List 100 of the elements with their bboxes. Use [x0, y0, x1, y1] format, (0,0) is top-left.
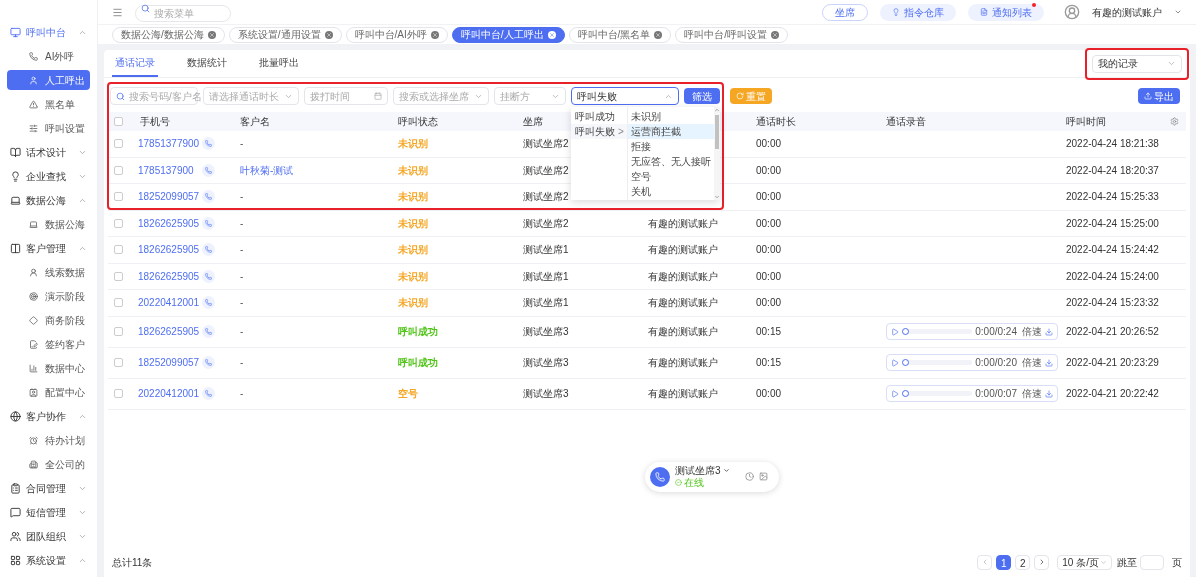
open-page-tab[interactable]: 系统设置/通用设置 [228, 26, 342, 43]
select-all-checkbox[interactable] [114, 117, 123, 126]
scroll-down-icon[interactable] [714, 194, 720, 200]
play-icon[interactable] [891, 327, 899, 336]
cascader-option[interactable]: 呼叫成功 [571, 109, 627, 124]
topbar-button[interactable]: 通知列表 [968, 3, 1044, 21]
export-button[interactable]: 导出 [1138, 88, 1180, 104]
close-icon[interactable] [207, 30, 216, 39]
sidebar-group[interactable]: 客户协作 [0, 404, 97, 428]
call-button[interactable] [202, 216, 215, 230]
audio-player[interactable]: 0:00/0:24 倍速 [886, 323, 1058, 340]
sidebar-item[interactable]: 待办计划 [7, 430, 90, 450]
row-checkbox[interactable] [114, 271, 123, 281]
menu-search-field[interactable]: 搜索菜单 [135, 5, 231, 22]
sidebar-group[interactable]: 企业查找 [0, 164, 97, 188]
close-icon[interactable] [771, 30, 780, 39]
sidebar-group[interactable]: 呼叫中台 [0, 20, 97, 44]
audio-player[interactable]: 0:00/0:20 倍速 [886, 354, 1058, 371]
row-checkbox[interactable] [114, 165, 123, 175]
call-button[interactable] [202, 296, 215, 310]
sidebar-group[interactable]: 数据公海 [0, 188, 97, 212]
previous-page-button[interactable] [977, 554, 993, 570]
download-icon[interactable] [1045, 358, 1053, 367]
caret-icon[interactable] [722, 467, 730, 474]
speed-control[interactable]: 倍速 [1022, 386, 1042, 401]
row-checkbox[interactable] [114, 298, 123, 308]
play-icon[interactable] [891, 389, 899, 398]
topbar-button[interactable]: 指令仓库 [880, 3, 956, 21]
close-icon[interactable] [324, 30, 333, 39]
sidebar-item[interactable]: 数据中心 [7, 358, 90, 378]
audio-player[interactable]: 0:00/0:07 倍速 [886, 385, 1058, 402]
cascader-option[interactable]: 空号 [628, 169, 714, 184]
user-name[interactable]: 有趣的测试账户 [1092, 4, 1162, 20]
sidebar-item[interactable]: 全公司的 [7, 454, 90, 474]
call-button[interactable] [202, 243, 215, 257]
next-page-button[interactable] [1034, 554, 1050, 570]
audio-progress-track[interactable] [902, 391, 973, 396]
status-select[interactable]: 呼叫失败 [571, 87, 679, 105]
page-tab[interactable]: 批量呼出 [256, 50, 302, 77]
sidebar-group[interactable]: 短信管理 [0, 500, 97, 524]
phone-link[interactable]: 18252099057 [134, 355, 202, 370]
close-icon[interactable] [430, 30, 439, 39]
call-button[interactable] [202, 269, 215, 283]
cascader-option[interactable]: 拒接 [628, 139, 714, 154]
cascader-option[interactable]: 关机 [628, 184, 714, 199]
close-icon[interactable] [654, 30, 663, 39]
page-button[interactable]: 2 [1015, 554, 1031, 570]
row-checkbox[interactable] [114, 389, 123, 398]
call-button[interactable] [202, 163, 215, 177]
page-tab[interactable]: 通话记录 [112, 50, 158, 77]
speed-control[interactable]: 倍速 [1022, 324, 1042, 339]
phone-link[interactable]: 18262625905 [134, 268, 202, 284]
sidebar-item[interactable]: AI外呼 [7, 46, 90, 66]
open-page-tab[interactable]: 呼叫中台/AI外呼 [345, 26, 448, 43]
phone-link[interactable]: 17851377900 [134, 136, 202, 152]
sidebar-group[interactable]: 合同管理 [0, 476, 97, 500]
open-page-tab[interactable]: 数据公海/数据公海 [112, 26, 225, 43]
sidebar-item[interactable]: 人工呼出 [7, 70, 90, 90]
cascader-option[interactable]: 无应答、无人接听 [628, 154, 714, 169]
sidebar-group[interactable]: 团队组织 [0, 524, 97, 548]
seat-name[interactable]: 测试坐席3 [675, 464, 721, 477]
sidebar-item[interactable]: 黑名单 [7, 94, 90, 114]
scrollbar[interactable] [714, 107, 720, 200]
open-page-tab[interactable]: 呼叫中台/呼叫设置 [675, 26, 789, 43]
call-button[interactable] [202, 190, 215, 204]
open-page-tab[interactable]: 呼叫中台/人工呼出 [451, 26, 565, 43]
close-icon[interactable] [547, 30, 556, 39]
cascader-option[interactable]: 未识别 [628, 109, 714, 124]
filter-button[interactable]: 筛选 [684, 88, 720, 104]
call-button[interactable] [202, 325, 215, 338]
row-checkbox[interactable] [114, 218, 123, 228]
sidebar-group[interactable]: 系统设置 [0, 548, 97, 572]
open-page-tab[interactable]: 呼叫中台/黑名单 [568, 26, 672, 43]
customer-link[interactable]: 叶秋菊-测试 [240, 164, 294, 176]
download-icon[interactable] [1045, 327, 1053, 336]
row-checkbox[interactable] [114, 327, 123, 336]
speed-control[interactable]: 倍速 [1022, 355, 1042, 370]
cascader-option[interactable]: 运营商拦截 [628, 124, 714, 139]
row-checkbox[interactable] [114, 192, 123, 202]
page-tab[interactable]: 数据统计 [184, 50, 230, 77]
phone-link[interactable]: 18262625905 [134, 324, 202, 339]
sidebar-item[interactable]: 呼叫设置 [7, 118, 90, 138]
menu-icon[interactable] [112, 6, 123, 18]
download-icon[interactable] [1045, 389, 1053, 398]
phone-link[interactable]: 18252099057 [134, 189, 202, 205]
record-select[interactable]: 我的记录 [1092, 54, 1182, 73]
sidebar-item[interactable]: 商务阶段 [7, 310, 90, 330]
sidebar-item[interactable]: 配置中心 [7, 382, 90, 402]
avatar-icon[interactable] [1064, 4, 1080, 20]
page-button[interactable]: 1 [996, 554, 1012, 570]
page-size-select[interactable]: 10 条/页 [1057, 554, 1112, 570]
sidebar-item[interactable]: 签约客户 [7, 334, 90, 354]
audio-progress-track[interactable] [902, 360, 973, 365]
phone-link[interactable]: 20220412001 [134, 386, 202, 401]
row-checkbox[interactable] [114, 358, 123, 367]
audio-progress-track[interactable] [902, 329, 973, 334]
phone-link[interactable]: 20220412001 [134, 295, 202, 311]
row-checkbox[interactable] [114, 245, 123, 255]
page-input[interactable] [1140, 554, 1164, 570]
sidebar-group[interactable]: 客户管理 [0, 236, 97, 260]
